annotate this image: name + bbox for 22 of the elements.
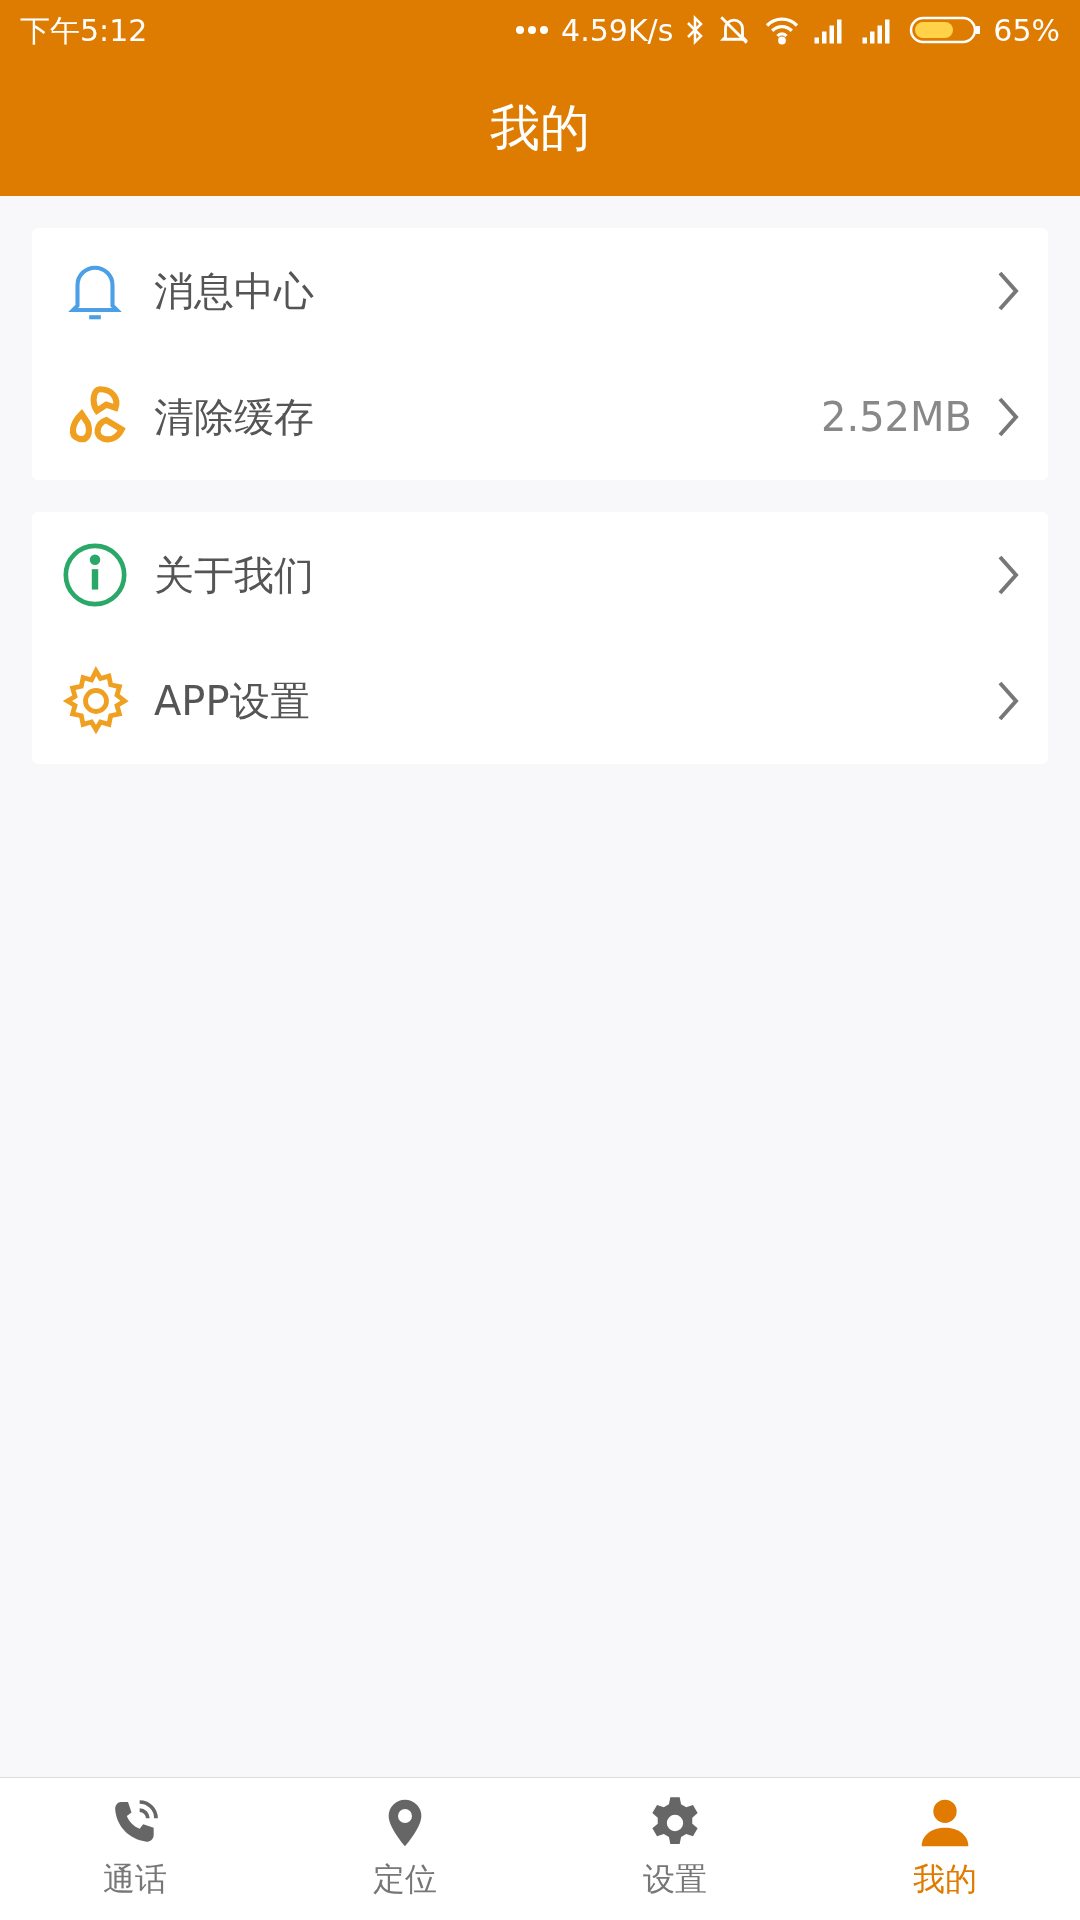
menu-label: 关于我们: [154, 551, 314, 600]
nav-tab[interactable]: 定位: [270, 1778, 540, 1920]
nav-tab[interactable]: 设置: [540, 1778, 810, 1920]
status-time: 下午5:12: [20, 11, 148, 50]
chevron-icon: [996, 395, 1020, 439]
chevron-icon: [996, 679, 1020, 723]
chevron-icon: [996, 269, 1020, 313]
menu-item[interactable]: 清除缓存 2.52MB: [32, 354, 1048, 480]
battery-percent: 65%: [993, 11, 1060, 50]
menu-item[interactable]: 关于我们: [32, 512, 1048, 638]
menu-item[interactable]: 消息中心: [32, 228, 1048, 354]
menu-label: APP设置: [154, 677, 310, 726]
nav-tab[interactable]: 通话: [0, 1778, 270, 1920]
chevron-icon: [996, 553, 1020, 597]
menu-label: 消息中心: [154, 267, 314, 316]
network-speed: 4.59K/s: [561, 11, 674, 50]
cache-size: 2.52MB: [821, 393, 972, 442]
menu-item[interactable]: APP设置: [32, 638, 1048, 764]
battery-icon: [909, 15, 982, 45]
menu-label: 清除缓存: [154, 393, 314, 442]
dots-icon: [515, 25, 550, 35]
page-title: 我的: [490, 97, 590, 159]
